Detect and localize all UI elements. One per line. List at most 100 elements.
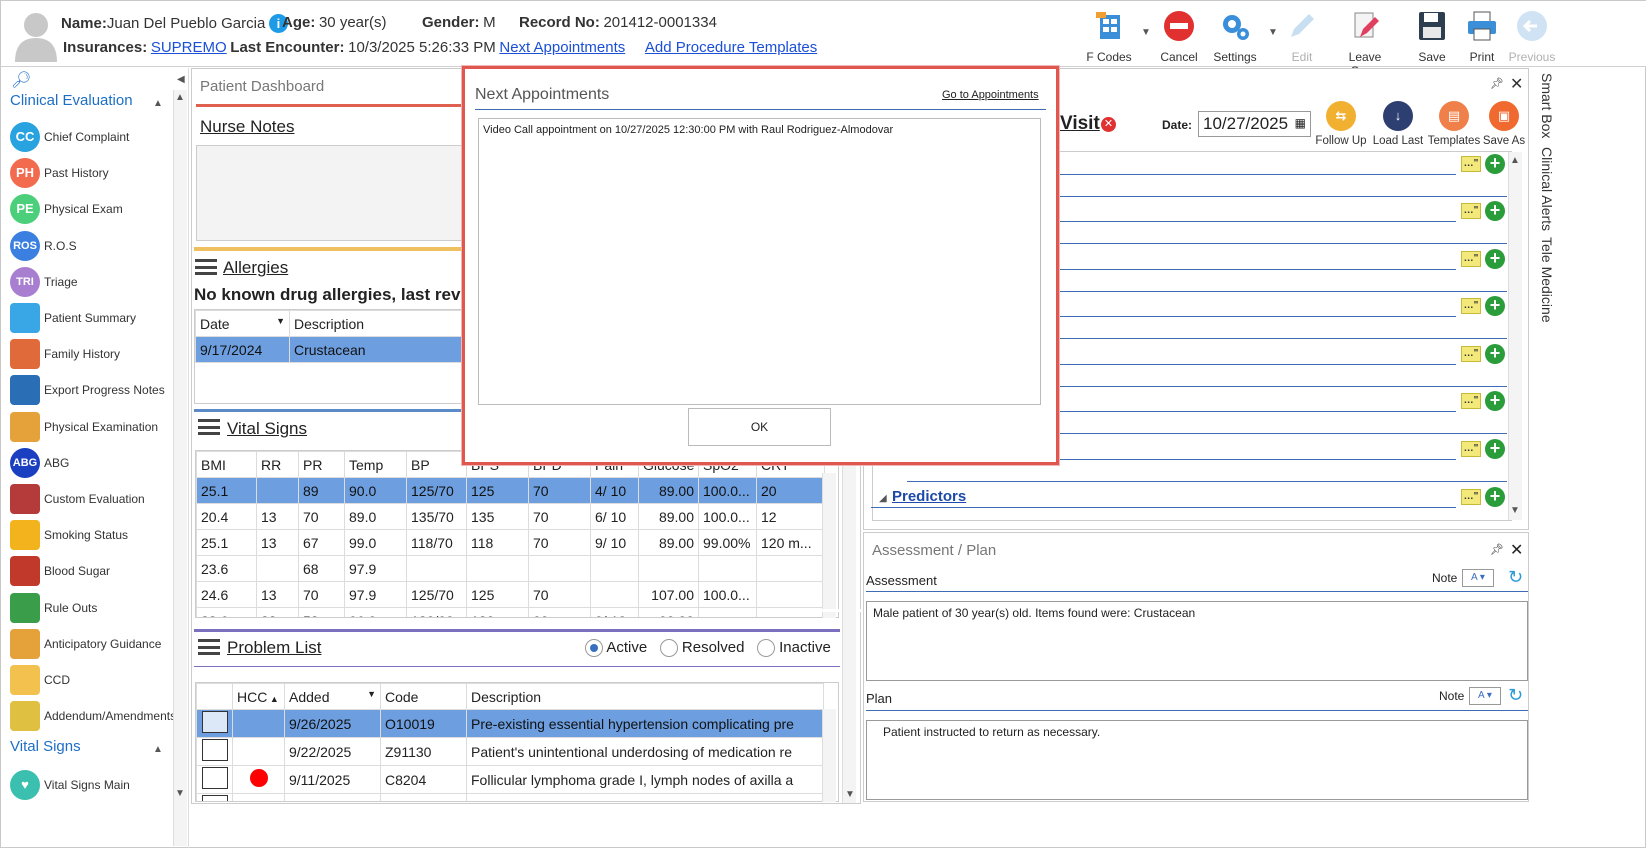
vital-row[interactable]: 20.4 13 70 89.0 135/70 135 70 6/ 10 89.00 100.0..… xyxy=(196,503,825,530)
add-icon[interactable]: + xyxy=(1485,344,1505,364)
appointment-item[interactable]: Video Call appointment on 10/27/2025 12:… xyxy=(483,124,1036,136)
add-icon[interactable]: + xyxy=(1485,201,1505,221)
edit-button[interactable]: Edit xyxy=(1271,7,1333,64)
previous-button[interactable]: Previous xyxy=(1501,7,1563,64)
leave-open-button[interactable]: Leave Open xyxy=(1334,7,1396,78)
row-checkbox[interactable] xyxy=(201,739,228,761)
problem-row[interactable]: 9/11/2025 C8204 Follicular lymphoma grade … xyxy=(196,765,824,794)
scroll-up-icon[interactable]: ▲ xyxy=(1510,155,1520,166)
row-select[interactable] xyxy=(196,765,233,794)
problem-scrollbar[interactable] xyxy=(822,709,836,802)
scroll-down-icon[interactable]: ▼ xyxy=(175,788,185,799)
add-icon[interactable]: + xyxy=(1485,439,1505,459)
description-col[interactable]: Description xyxy=(466,683,824,710)
allergies-heading[interactable]: Allergies xyxy=(223,258,288,278)
radio-resolved[interactable] xyxy=(659,639,678,658)
expand-predictors-icon[interactable]: ◢ xyxy=(879,493,887,504)
nav-item-abg[interactable]: ABG ABG xyxy=(10,447,180,480)
refresh-icon[interactable]: ↻ xyxy=(1508,685,1523,706)
quote-icon[interactable]: …" xyxy=(1461,393,1481,409)
vital-signs-header[interactable]: Vital Signs xyxy=(10,738,81,755)
save-as-button[interactable]: ▣ Save As xyxy=(1476,101,1532,147)
quote-icon[interactable]: …" xyxy=(1461,489,1481,505)
pin-icon[interactable]: 📌︎ xyxy=(1490,77,1504,90)
vital-col[interactable]: BP xyxy=(406,451,467,478)
nav-item-triage[interactable]: TRI Triage xyxy=(10,266,180,299)
problem-row[interactable]: 9/26/2025 O10019 Pre-existing essential hy… xyxy=(196,709,824,738)
quote-icon[interactable]: …" xyxy=(1461,156,1481,172)
quote-icon[interactable]: …" xyxy=(1461,441,1481,457)
next-appointments-link[interactable]: Next Appointments xyxy=(499,39,625,56)
note-dropdown[interactable]: A ▾ xyxy=(1462,569,1494,587)
visit-date-input[interactable]: 10/27/2025 ▦ xyxy=(1198,111,1311,137)
add-icon[interactable]: + xyxy=(1485,154,1505,174)
close-icon[interactable]: ✕ xyxy=(1510,74,1523,94)
allergy-col-date[interactable]: Date ▼ xyxy=(195,310,290,337)
nav-item-past-history[interactable]: PH Past History xyxy=(10,158,180,190)
plan-textbox[interactable]: Patient instructed to return as necessar… xyxy=(866,720,1528,800)
nav-item-addendum-amendments[interactable]: Addendum/Amendments xyxy=(10,701,180,733)
vital-signs-heading[interactable]: Vital Signs xyxy=(227,419,307,439)
code-col[interactable]: Code xyxy=(380,683,467,710)
refresh-icon[interactable]: ↻ xyxy=(1508,567,1523,588)
nurse-notes-heading[interactable]: Nurse Notes xyxy=(200,117,294,137)
nav-item-physical-exam[interactable]: PE Physical Exam xyxy=(10,194,180,226)
nav-item-chief-complaint[interactable]: CC Chief Complaint xyxy=(10,122,180,154)
follow-up-button[interactable]: ⇆ Follow Up xyxy=(1313,101,1369,147)
scroll-down-icon[interactable]: ▼ xyxy=(845,789,855,800)
nav-item-blood-sugar[interactable]: Blood Sugar xyxy=(10,556,180,588)
collapse-nav-icon[interactable]: ◀ xyxy=(177,74,185,85)
add-icon[interactable]: + xyxy=(1485,391,1505,411)
quote-icon[interactable]: …" xyxy=(1461,251,1481,267)
add-icon[interactable]: + xyxy=(1485,296,1505,316)
nurse-notes-box[interactable] xyxy=(196,145,468,241)
insurance-link[interactable]: SUPREMO xyxy=(151,39,227,56)
vital-row[interactable]: 23.6885296.9120/90120900/ 1090.00 xyxy=(196,607,825,617)
smart-box-tab[interactable]: Smart Box xyxy=(1539,73,1555,138)
row-checkbox[interactable] xyxy=(201,711,228,733)
chevron-up-icon[interactable]: ▲ xyxy=(153,744,163,755)
vital-row[interactable]: 24.6 13 70 97.9 125/70 125 70 107.00 100.0... xyxy=(196,581,825,608)
nav-item-ccd[interactable]: CCD xyxy=(10,665,180,697)
remove-visit-icon[interactable]: ✕ xyxy=(1101,117,1116,132)
nav-item-vital-signs-main[interactable]: ♥ Vital Signs Main xyxy=(10,770,180,802)
added-col[interactable]: Added ▼ xyxy=(284,683,381,710)
nav-item-rule-outs[interactable]: Rule Outs xyxy=(10,592,180,625)
row-select[interactable] xyxy=(196,793,233,801)
nav-scrollbar[interactable] xyxy=(173,90,187,846)
clinical-evaluation-header[interactable]: Clinical Evaluation xyxy=(10,92,133,109)
problem-row[interactable]: 9/9/2025Z714Alcohol abuse counseling and… xyxy=(196,793,824,801)
row-checkbox[interactable] xyxy=(201,767,228,789)
vital-col[interactable]: PR xyxy=(298,451,345,478)
nav-item-custom-evaluation[interactable]: Custom Evaluation xyxy=(10,484,180,516)
radio-inactive[interactable] xyxy=(756,639,775,658)
add-icon[interactable]: + xyxy=(1485,487,1505,507)
nav-item-smoking-status[interactable]: Smoking Status xyxy=(10,520,180,552)
nav-item-patient-summary[interactable]: Patient Summary xyxy=(10,303,180,335)
chevron-up-icon[interactable]: ▲ xyxy=(153,98,163,109)
predictors-heading[interactable]: Predictors xyxy=(892,488,966,505)
settings-button[interactable]: Settings xyxy=(1204,7,1266,64)
assessment-textbox[interactable]: Male patient of 30 year(s) old. Items fo… xyxy=(866,601,1528,681)
scroll-down-icon[interactable]: ▼ xyxy=(1510,505,1520,516)
vital-col[interactable]: RR xyxy=(256,451,299,478)
vital-row[interactable]: 25.1 89 90.0 125/70 125 70 4/ 10 89.00 100.0... 2… xyxy=(196,477,825,504)
nav-item-export-progress-notes[interactable]: Export Progress Notes xyxy=(10,375,180,407)
row-checkbox[interactable] xyxy=(201,795,228,801)
vital-row[interactable]: 25.1 13 67 99.0 118/70 118 70 9/ 10 89.00 99.00% 1… xyxy=(196,529,825,556)
vital-col[interactable]: BMI xyxy=(196,451,257,478)
search-icon[interactable]: 🔎︎ xyxy=(11,70,31,90)
vitals-menu-icon[interactable] xyxy=(198,419,220,435)
quote-icon[interactable]: …" xyxy=(1461,203,1481,219)
load-last-button[interactable]: ↓ Load Last xyxy=(1370,101,1426,147)
row-select[interactable] xyxy=(196,737,233,766)
quote-icon[interactable]: …" xyxy=(1461,346,1481,362)
add-procedure-templates-link[interactable]: Add Procedure Templates xyxy=(645,39,817,56)
scroll-up-icon[interactable]: ▲ xyxy=(175,92,185,103)
allergy-row[interactable]: 9/17/2024 Crustacean xyxy=(195,336,469,363)
vitals-scrollbar[interactable] xyxy=(822,473,836,618)
cancel-button[interactable]: Cancel xyxy=(1148,7,1210,64)
tele-medicine-tab[interactable]: Tele Medicine xyxy=(1539,237,1555,323)
add-icon[interactable]: + xyxy=(1485,249,1505,269)
ok-button[interactable]: OK xyxy=(688,408,831,446)
